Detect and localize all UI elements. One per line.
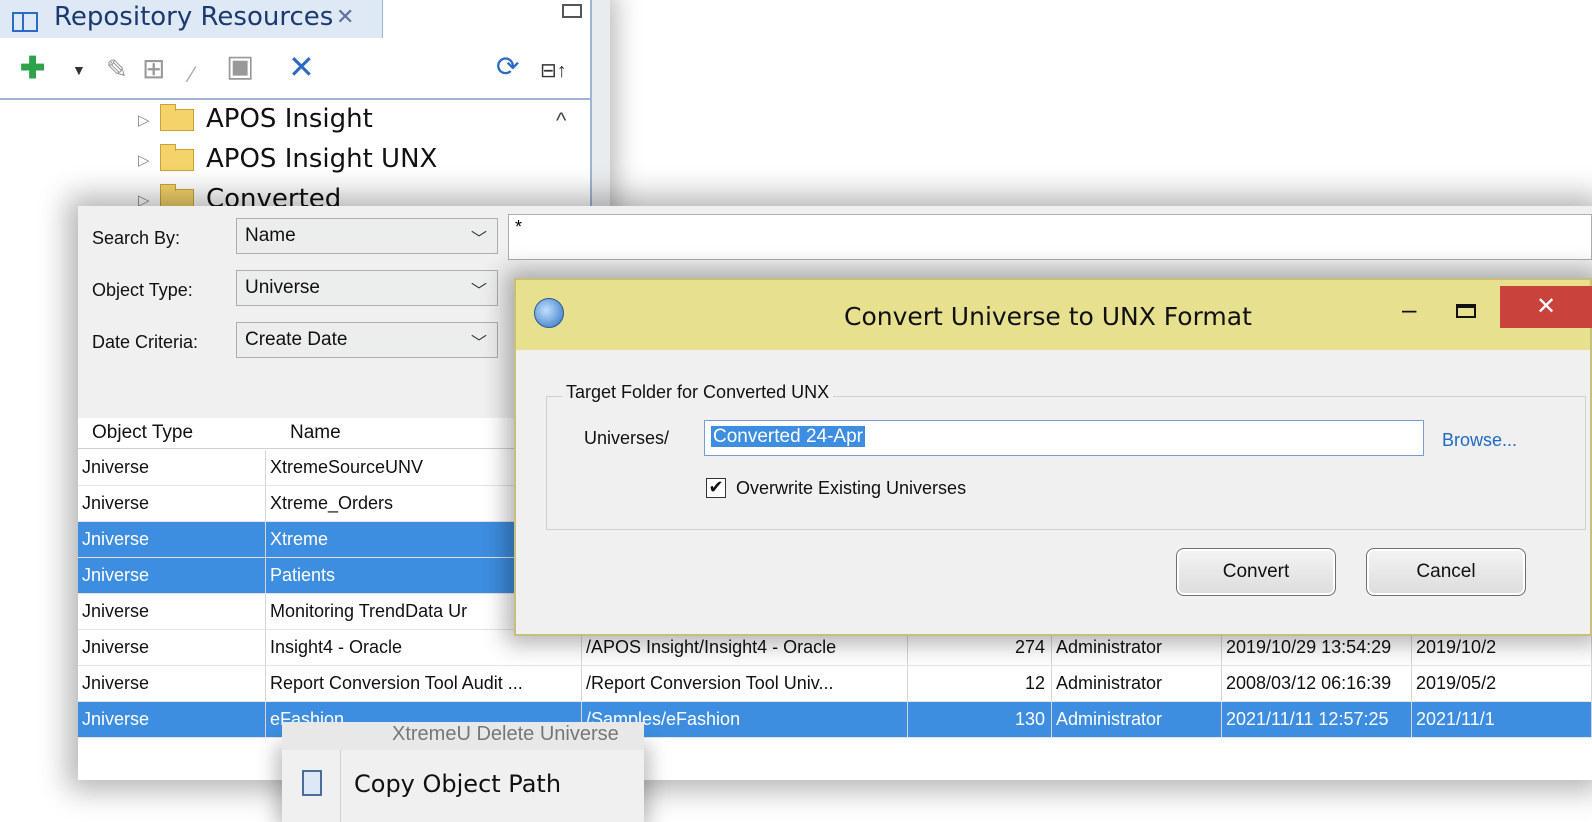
tree-item-label: APOS Insight UNX	[206, 144, 438, 174]
refresh-icon[interactable]: ⟳	[496, 52, 519, 82]
chevron-down-icon[interactable]: ▼	[72, 62, 86, 78]
cell-created: 2008/03/12 06:16:39	[1222, 666, 1412, 701]
copy-icon	[302, 770, 322, 796]
tree-item-apos-insight-unx[interactable]: ▷ APOS Insight UNX	[138, 143, 438, 184]
tree-item-label: APOS Insight	[206, 104, 373, 134]
close-icon[interactable]: ✕	[336, 4, 354, 30]
target-folder-group	[546, 396, 1586, 530]
context-menu-item-delete-universe[interactable]: XtremeU Delete Universe	[282, 722, 644, 750]
cell-modified: 2021/11/1	[1412, 702, 1592, 737]
folder-icon	[160, 103, 194, 131]
cell-type: Jniverse	[78, 666, 266, 701]
cell-type: Jniverse	[78, 702, 266, 737]
overwrite-checkbox[interactable]: ✔	[706, 478, 726, 498]
cell-type: Jniverse	[78, 594, 266, 629]
cell-owner: Administrator	[1052, 702, 1222, 737]
cell-path: /Report Conversion Tool Univ...	[582, 666, 908, 701]
cancel-button[interactable]: Cancel	[1366, 548, 1526, 596]
cell-created: 2021/11/11 12:57:25	[1222, 702, 1412, 737]
date-criteria-value: Create Date	[245, 329, 348, 350]
cell-modified: 2019/05/2	[1412, 666, 1592, 701]
add-icon[interactable]: ✚	[20, 54, 45, 84]
folder-icon	[160, 143, 194, 171]
cell-count: 130	[908, 702, 1052, 737]
close-button[interactable]: ✕	[1500, 286, 1592, 328]
chevron-down-icon: ﹀	[470, 335, 487, 352]
maximize-button[interactable]	[1456, 304, 1476, 318]
search-by-label: Search By:	[92, 228, 181, 248]
universe-icon[interactable]: ⊞	[142, 54, 165, 84]
object-type-select[interactable]: Universe ﹀	[236, 270, 498, 306]
object-type-value: Universe	[245, 277, 320, 298]
cell-type: Jniverse	[78, 630, 266, 665]
collapse-all-icon[interactable]: ⊟↑	[540, 56, 567, 86]
browse-link[interactable]: Browse...	[1442, 430, 1517, 451]
table-row[interactable]: Jniverse Report Conversion Tool Audit ...…	[78, 666, 1592, 702]
wand-icon[interactable]: ⁄	[190, 60, 194, 90]
edit-icon[interactable]: ✎	[106, 54, 128, 84]
chevron-down-icon: ﹀	[470, 283, 487, 300]
app-globe-icon	[534, 298, 564, 328]
convert-universe-dialog: Convert Universe to UNX Format – ✕ Targe…	[514, 278, 1592, 636]
target-folder-value: Converted 24-Apr	[711, 426, 865, 447]
date-criteria-label: Date Criteria:	[92, 332, 199, 352]
target-folder-group-label: Target Folder for Converted UNX	[562, 382, 834, 403]
restore-icon[interactable]	[562, 4, 582, 18]
repository-tab-title: Repository Resources	[54, 2, 334, 32]
expand-arrow-icon[interactable]: ▷	[138, 111, 160, 129]
cell-type: Jniverse	[78, 486, 266, 521]
overwrite-checkbox-label[interactable]: Overwrite Existing Universes	[736, 478, 966, 499]
scroll-up-icon[interactable]: ^	[556, 108, 566, 134]
repository-icon	[12, 12, 38, 32]
chevron-down-icon: ﹀	[470, 231, 487, 248]
dialog-title-bar[interactable]: Convert Universe to UNX Format – ✕	[516, 280, 1592, 350]
object-type-label: Object Type:	[92, 280, 193, 300]
cell-type: Jniverse	[78, 522, 266, 557]
repository-tab[interactable]: Repository Resources ✕	[0, 0, 383, 38]
date-criteria-select[interactable]: Create Date ﹀	[236, 322, 498, 358]
properties-icon[interactable]: ▣	[226, 52, 254, 82]
context-menu-icon-gutter	[340, 750, 341, 822]
minimize-button[interactable]: –	[1402, 294, 1416, 325]
target-folder-input[interactable]: Converted 24-Apr	[704, 420, 1424, 456]
cell-owner: Administrator	[1052, 666, 1222, 701]
cell-type: Jniverse	[78, 558, 266, 593]
universes-path-prefix: Universes/	[584, 428, 670, 448]
search-query-input[interactable]: *	[508, 214, 1592, 260]
cell-name: Report Conversion Tool Audit ...	[266, 666, 582, 701]
tree-item-apos-insight[interactable]: ▷ APOS Insight	[138, 103, 373, 144]
search-by-select[interactable]: Name ﹀	[236, 218, 498, 254]
context-menu-item-copy-object-path[interactable]: Copy Object Path	[354, 770, 561, 798]
delete-icon[interactable]: ✕	[288, 51, 315, 83]
context-menu: XtremeU Delete Universe Copy Object Path	[282, 722, 644, 822]
expand-arrow-icon[interactable]: ▷	[138, 151, 160, 169]
search-by-value: Name	[245, 225, 296, 246]
dialog-title: Convert Universe to UNX Format	[844, 302, 1252, 331]
cell-type: Jniverse	[78, 450, 266, 485]
convert-button[interactable]: Convert	[1176, 548, 1336, 596]
cell-count: 12	[908, 666, 1052, 701]
repository-toolbar: ✚ ▼ ✎ ⊞ ⁄ ▣ ✕ ⟳ ⊟↑	[0, 40, 590, 100]
